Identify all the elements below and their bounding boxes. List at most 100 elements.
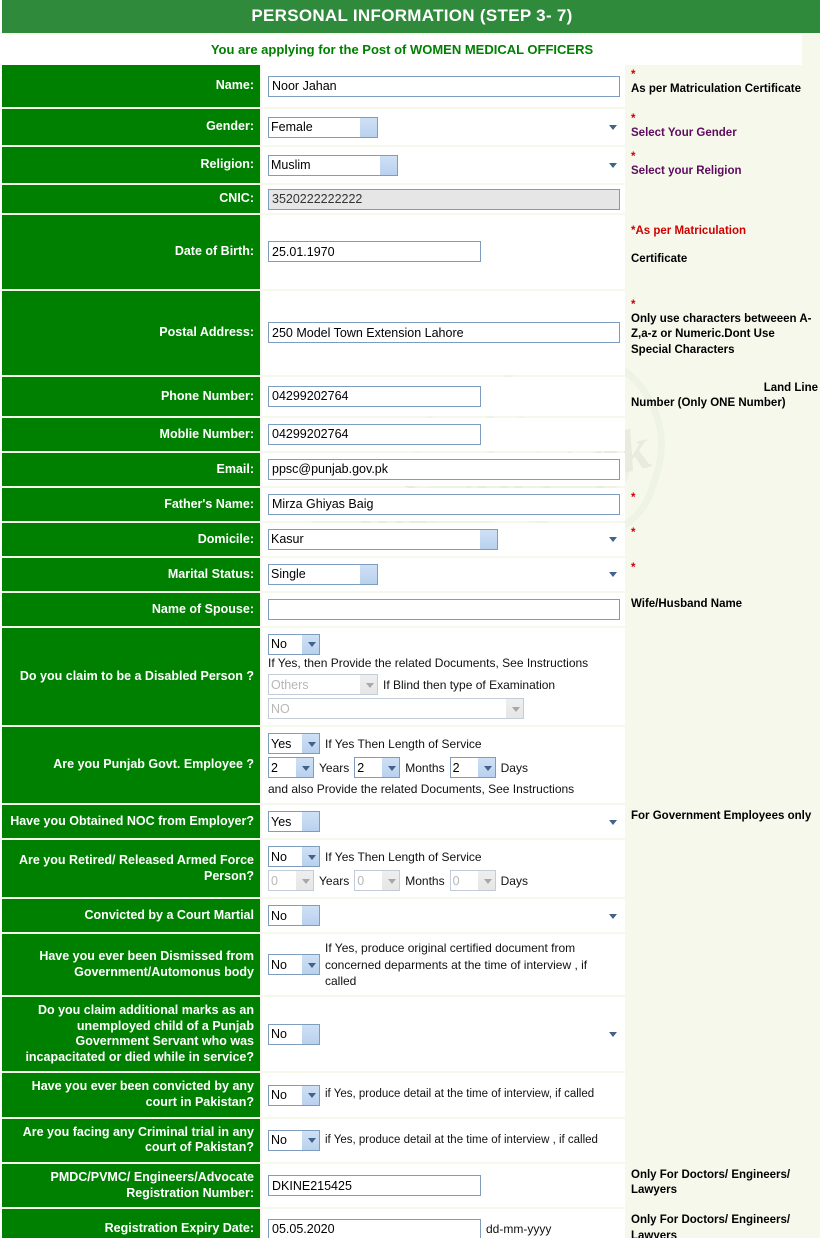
row-cnic: CNIC: — [2, 185, 820, 213]
label-noc: Have you Obtained NOC from Employer? — [2, 805, 262, 839]
gender-select[interactable]: Female — [268, 116, 378, 138]
additional-marks-select-wrap: No — [268, 1023, 621, 1045]
criminal-trial-select-wrap: No — [268, 1129, 320, 1151]
religion-select-wrap: Muslim — [268, 154, 621, 176]
post-subtitle: You are applying for the Post of WOMEN M… — [2, 35, 802, 65]
court-martial-select-wrap: No — [268, 905, 621, 927]
hint-text: Certificate — [631, 252, 688, 265]
label-retired-armed-force: Are you Retired/ Released Armed Force Pe… — [2, 840, 262, 898]
hint-dismissed — [625, 934, 820, 995]
additional-marks-select[interactable]: No — [268, 1023, 320, 1045]
label-spouse-name: Name of Spouse: — [2, 592, 262, 626]
row-fathers-name: Father's Name: * — [2, 487, 820, 521]
hint-date-of-birth: *As per Matriculation Certificate — [625, 215, 820, 289]
registration-number-input[interactable] — [268, 1175, 481, 1197]
service-days-select-wrap: 2 — [449, 757, 496, 779]
disabled-person-select[interactable]: No — [268, 633, 320, 655]
field-retired-armed-force: No If Yes Then Length of Service 0 Years — [262, 840, 625, 898]
row-name: Name: * As per Matriculation Certificate — [2, 65, 820, 107]
registration-expiry-row: dd-mm-yyyy — [268, 1218, 621, 1238]
mobile-number-input[interactable] — [268, 423, 481, 445]
noc-select[interactable]: Yes — [268, 811, 320, 833]
hint-text: Number (Only ONE Number) — [631, 397, 786, 410]
hint-text: For Government Employees only — [631, 810, 812, 823]
blind-select: NO — [268, 698, 524, 720]
punjab-employee-select[interactable]: Yes — [268, 733, 320, 755]
page-title: PERSONAL INFORMATION (STEP 3- 7) — [2, 0, 820, 35]
date-of-birth-input[interactable] — [268, 241, 481, 263]
hint-mobile-number — [625, 418, 820, 451]
noc-select-wrap: Yes — [268, 811, 621, 833]
marital-status-select[interactable]: Single — [268, 563, 378, 585]
dismissed-select[interactable]: No — [268, 954, 320, 976]
hint-name: * As per Matriculation Certificate — [625, 65, 820, 107]
religion-select[interactable]: Muslim — [268, 154, 398, 176]
field-criminal-trial: No if Yes, produce detail at the time of… — [262, 1118, 625, 1162]
row-registration-number: PMDC/PVMC/ Engineers/Advocate Registrati… — [2, 1163, 820, 1208]
convicted-court-note: if Yes, produce detail at the time of in… — [325, 1088, 595, 1101]
label-date-of-birth: Date of Birth: — [2, 214, 262, 289]
service-months-select[interactable]: 2 — [354, 757, 401, 779]
field-cnic — [262, 185, 625, 213]
hint-registration-expiry: Only For Doctors/ Engineers/ Lawyers — [625, 1209, 820, 1238]
fathers-name-input[interactable] — [268, 493, 620, 515]
phone-number-input[interactable] — [268, 385, 481, 407]
name-input[interactable] — [268, 75, 620, 97]
months-label: Months — [405, 760, 445, 775]
row-religion: Religion: Muslim * Select your Religion — [2, 147, 820, 184]
domicile-select[interactable]: Kasur — [268, 528, 498, 550]
retired-armed-force-select[interactable]: No — [268, 846, 320, 868]
punjab-employee-row1: Yes If Yes Then Length of Service — [268, 733, 487, 755]
field-spouse-name — [262, 592, 625, 626]
field-disabled-person: No If Yes, then Provide the related Docu… — [262, 627, 625, 726]
row-postal-address: Postal Address: * Only use characters be… — [2, 290, 820, 375]
exam-type-note: If Blind then type of Examination — [383, 677, 556, 692]
registration-expiry-input[interactable] — [268, 1218, 481, 1238]
row-court-martial: Convicted by a Court Martial No — [2, 899, 820, 933]
personal-information-form: Name: * As per Matriculation Certificate… — [2, 65, 820, 1238]
application-form-page: JobsAlert.pk PERSONAL INFORMATION (STEP … — [0, 0, 820, 1238]
criminal-trial-select[interactable]: No — [268, 1129, 320, 1151]
retired-months-select-wrap: 0 — [354, 870, 401, 892]
chevron-down-icon — [609, 125, 617, 131]
service-years-select[interactable]: 2 — [268, 757, 314, 779]
service-days-select[interactable]: 2 — [449, 757, 496, 779]
marital-status-select-wrap: Single — [268, 563, 621, 585]
row-convicted-court: Have you ever been convicted by any cour… — [2, 1073, 820, 1117]
label-religion: Religion: — [2, 147, 262, 184]
hint-convicted-court — [625, 1073, 820, 1116]
email-input[interactable] — [268, 458, 620, 480]
retired-note: If Yes Then Length of Service — [325, 849, 482, 864]
retired-years-select: 0 — [268, 870, 314, 892]
retired-days-select-wrap: 0 — [449, 870, 496, 892]
court-martial-select[interactable]: No — [268, 905, 320, 927]
label-cnic: CNIC: — [2, 185, 262, 213]
gender-select-wrap: Female — [268, 116, 621, 138]
field-domicile: Kasur — [262, 522, 625, 556]
field-punjab-govt-employee: Yes If Yes Then Length of Service 2 Year… — [262, 727, 625, 804]
row-dismissed: Have you ever been Dismissed from Govern… — [2, 934, 820, 995]
exam-type-select-wrap: Others — [268, 674, 378, 696]
row-retired-armed-force: Are you Retired/ Released Armed Force Pe… — [2, 840, 820, 898]
label-postal-address: Postal Address: — [2, 290, 262, 375]
postal-address-input[interactable] — [268, 322, 620, 344]
required-star: * — [631, 298, 636, 311]
years-label: Years — [319, 873, 350, 888]
field-fathers-name — [262, 487, 625, 521]
row-registration-expiry: Registration Expiry Date: dd-mm-yyyy Onl… — [2, 1209, 820, 1238]
hint-text: Wife/Husband Name — [631, 597, 743, 610]
required-star: * — [631, 151, 636, 164]
exam-type-select: Others — [268, 674, 378, 696]
hint-punjab-govt-employee — [625, 727, 820, 803]
hint-religion: * Select your Religion — [625, 147, 820, 183]
convicted-court-select[interactable]: No — [268, 1084, 320, 1106]
disabled-person-note: If Yes, then Provide the related Documen… — [268, 655, 589, 670]
convicted-court-row: No if Yes, produce detail at the time of… — [268, 1084, 621, 1106]
retired-select-wrap: No — [268, 846, 320, 868]
label-criminal-trial: Are you facing any Criminal trial in any… — [2, 1118, 262, 1162]
field-court-martial: No — [262, 899, 625, 933]
disabled-person-row1: No If Yes, then Provide the related Docu… — [268, 633, 621, 671]
spouse-name-input[interactable] — [268, 598, 620, 620]
label-additional-marks: Do you claim additional marks as an unem… — [2, 996, 262, 1072]
row-marital-status: Marital Status: Single * — [2, 557, 820, 591]
